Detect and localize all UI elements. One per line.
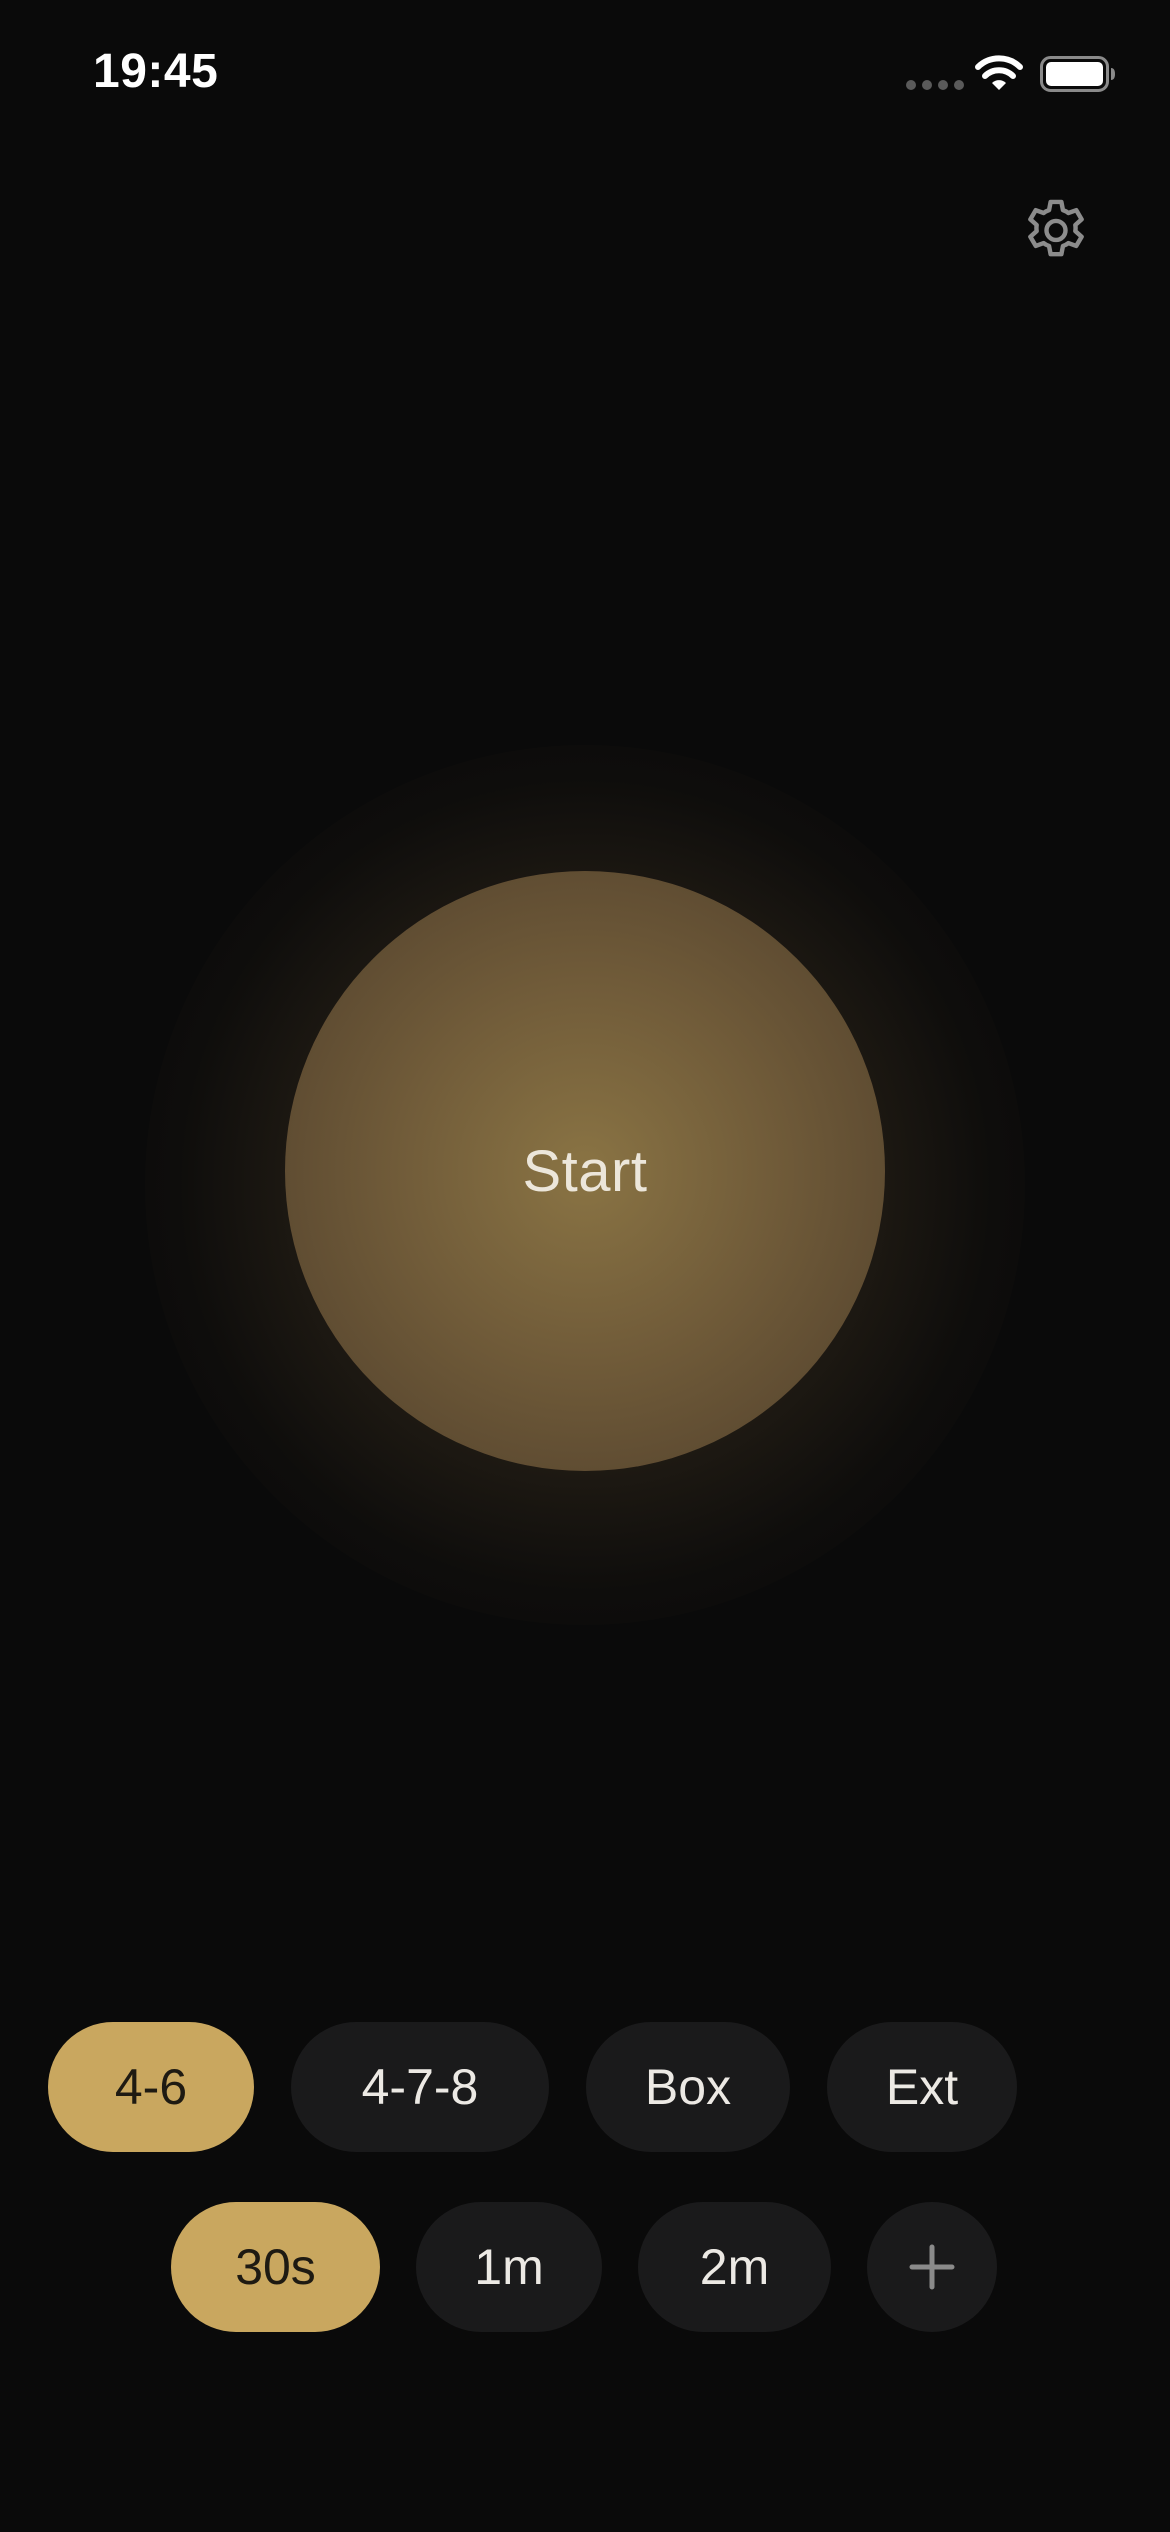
plus-icon: [909, 2244, 955, 2290]
pattern-option-label: Box: [644, 2059, 732, 2115]
pattern-option-label: 4-6: [114, 2059, 188, 2115]
duration-option-2m[interactable]: 2m: [638, 2202, 831, 2332]
status-time: 19:45: [93, 45, 219, 98]
pattern-option-4-7-8[interactable]: 4-7-8: [291, 2022, 549, 2152]
cellular-signal-icon: [906, 80, 964, 90]
pattern-option-label: Ext: [885, 2059, 959, 2115]
pattern-option-ext[interactable]: Ext: [827, 2022, 1017, 2152]
duration-option-label: 30s: [235, 2239, 316, 2295]
status-bar: 19:45: [0, 0, 1170, 150]
pattern-option-4-6[interactable]: 4-6: [48, 2022, 254, 2152]
wifi-icon: [975, 55, 1023, 90]
gear-icon: [1028, 199, 1084, 257]
settings-button[interactable]: [1018, 194, 1094, 270]
battery-icon: [1040, 56, 1115, 92]
duration-option-1m[interactable]: 1m: [416, 2202, 602, 2332]
add-duration-button[interactable]: [867, 2202, 997, 2332]
duration-option-label: 1m: [474, 2239, 544, 2295]
duration-option-label: 2m: [699, 2239, 770, 2295]
start-button[interactable]: Start: [285, 871, 885, 1471]
start-label: Start: [522, 1138, 648, 1204]
pattern-option-box[interactable]: Box: [586, 2022, 790, 2152]
duration-option-30s[interactable]: 30s: [171, 2202, 380, 2332]
pattern-option-label: 4-7-8: [361, 2059, 479, 2115]
